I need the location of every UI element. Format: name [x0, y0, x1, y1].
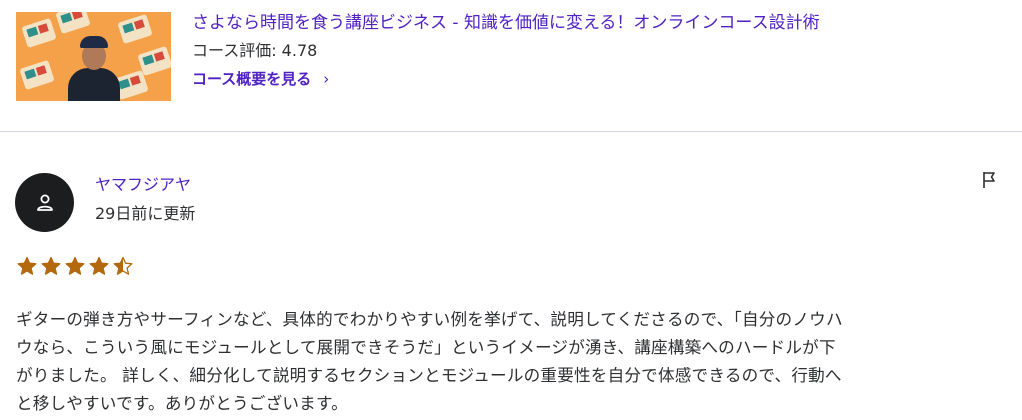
course-thumbnail[interactable] — [16, 12, 171, 101]
reviewer-avatar — [15, 173, 74, 232]
course-rating: コース評価: 4.78 — [192, 41, 318, 60]
star-rating — [16, 256, 134, 276]
review-text-line: と移しやすいです。ありがとうございます。 — [16, 394, 348, 413]
review-date: 29日前に更新 — [95, 204, 196, 223]
star-full-icon — [41, 256, 61, 275]
reviewer-name: ヤマフジアヤ — [95, 175, 192, 194]
course-summary: さよなら時間を食う講座ビジネス - 知識を価値に変える！オンラインコース設計術 … — [16, 12, 1022, 104]
review-text-line: ギターの弾き方やサーフィンなど、具体的でわかりやすい例を挙げて、説明してくださる… — [16, 310, 843, 329]
review-text: ギターの弾き方やサーフィンなど、具体的でわかりやすい例を挙げて、説明してくださる… — [16, 306, 1006, 418]
review-text-line: がりました。 詳しく、細分化して説明するセクションとモジュールの重要性を自分で体… — [16, 366, 842, 385]
course-title[interactable]: さよなら時間を食う講座ビジネス - 知識を価値に変える！オンラインコース設計術 — [192, 12, 820, 34]
star-half-icon — [113, 256, 133, 275]
star-full-icon — [89, 256, 109, 275]
course-overview-link[interactable]: コース概要を見る › — [192, 68, 329, 90]
flag-icon — [983, 172, 995, 188]
star-full-icon — [17, 256, 37, 275]
person-icon — [36, 194, 53, 211]
chevron-right-icon: › — [323, 70, 330, 88]
report-flag-button[interactable] — [978, 169, 1000, 191]
section-divider — [0, 131, 1022, 132]
star-full-icon — [65, 256, 85, 275]
course-overview-link-label: コース概要を見る — [192, 70, 312, 88]
review-text-line: ウなら、こういう風にモジュールとして展開できそうだ」というイメージが湧き、講座構… — [16, 338, 836, 357]
